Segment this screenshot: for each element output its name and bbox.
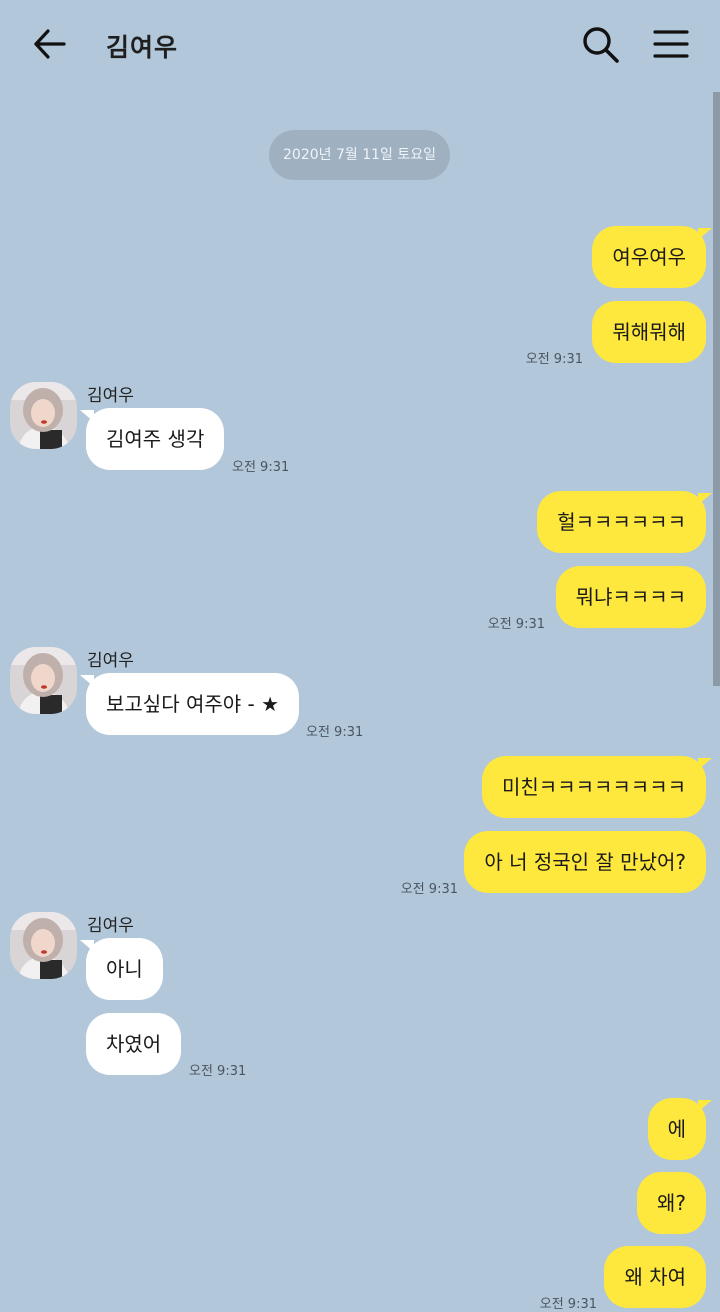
message-time: 오전 9:31 [232,460,290,475]
my-message-bubble[interactable]: 아 너 정국인 잘 만났어? [464,831,706,893]
message-text: 아니 [106,957,143,981]
their-message-bubble[interactable]: 보고싶다 여주야 - ★ [79,673,300,735]
message-text: 뭐냐ㅋㅋㅋㅋ [575,585,686,609]
message-time: 오전 9:31 [539,1297,597,1312]
sender-name: 김여우 [87,651,134,671]
avatar[interactable] [10,382,77,449]
my-message-bubble[interactable]: 여우여우 [592,226,712,288]
message-time: 오전 9:31 [487,617,545,632]
chat-header: 김여우 [0,0,720,90]
message-text: 왜 차여 [624,1265,686,1289]
my-message-bubble[interactable]: 에 [647,1098,713,1160]
date-divider: 2020년 7월 11일 토요일 [269,130,450,180]
message-text: 차였어 [106,1032,162,1056]
message-time: 오전 9:31 [306,725,364,740]
message-text: 뭐해뭐해 [612,320,686,344]
message-text: 김여주 생각 [106,427,205,451]
avatar[interactable] [10,647,77,714]
message-time: 오전 9:31 [189,1064,247,1079]
search-icon [583,27,619,63]
message-text: 여우여우 [612,245,686,269]
message-text: 아 너 정국인 잘 만났어? [484,850,686,874]
arrow-left-icon [34,29,66,59]
their-message-bubble[interactable]: 김여주 생각 [79,408,225,470]
scrollbar[interactable] [713,92,720,686]
message-text: 왜? [656,1191,686,1215]
profile-photo-icon [10,382,77,449]
back-button[interactable] [28,22,72,66]
profile-photo-icon [10,912,77,979]
search-button[interactable] [578,22,624,68]
their-message-bubble[interactable]: 차였어 [86,1013,182,1075]
my-message-bubble[interactable]: 헐ㅋㅋㅋㅋㅋㅋ [537,491,712,553]
my-message-bubble[interactable]: 왜 차여 [604,1246,706,1308]
hamburger-menu-icon [653,30,689,58]
sender-name: 김여우 [87,386,134,406]
my-message-bubble[interactable]: 미친ㅋㅋㅋㅋㅋㅋㅋㅋ [482,756,712,818]
message-text: 미친ㅋㅋㅋㅋㅋㅋㅋㅋ [502,775,686,799]
menu-button[interactable] [648,22,694,68]
profile-photo-icon [10,647,77,714]
message-time: 오전 9:31 [525,352,583,367]
chat-title: 김여우 [106,33,179,62]
my-message-bubble[interactable]: 뭐해뭐해 [592,301,706,363]
sender-name: 김여우 [87,916,134,936]
my-message-bubble[interactable]: 왜? [636,1172,706,1234]
message-text: 에 [667,1117,686,1141]
their-message-bubble[interactable]: 아니 [80,938,163,1000]
message-text: 헐ㅋㅋㅋㅋㅋㅋ [557,510,686,534]
message-time: 오전 9:31 [400,882,458,897]
message-text: 보고싶다 여주야 - ★ [106,692,280,716]
avatar[interactable] [10,912,77,979]
my-message-bubble[interactable]: 뭐냐ㅋㅋㅋㅋ [555,566,706,628]
